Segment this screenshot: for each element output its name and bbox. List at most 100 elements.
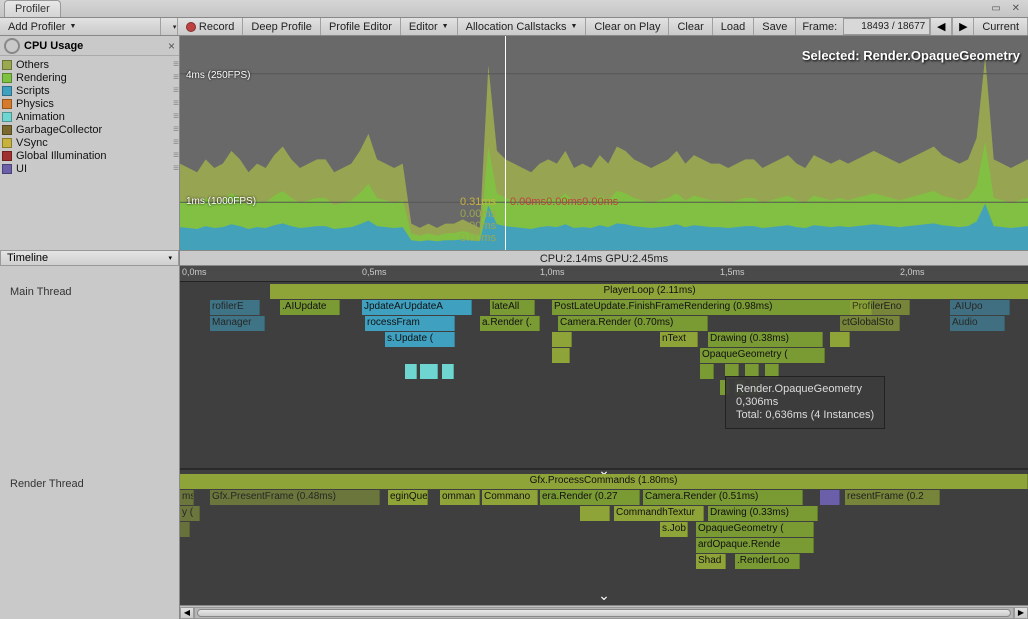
profiler-bar[interactable] bbox=[180, 522, 190, 537]
ruler-tick: 0,0ms bbox=[182, 267, 207, 277]
profiler-bar[interactable] bbox=[830, 332, 850, 347]
profiler-bar[interactable]: Gfx.ProcessCommands (1.80ms) bbox=[180, 474, 1028, 489]
category-others[interactable]: Others≡ bbox=[2, 58, 177, 71]
profiler-bar[interactable]: nText bbox=[660, 332, 698, 347]
profiler-bar[interactable]: Camera.Render (0.51ms) bbox=[643, 490, 803, 505]
profiler-bar[interactable]: PlayerLoop (2.11ms) bbox=[270, 284, 1028, 299]
profiler-bar[interactable]: rofilerE bbox=[210, 300, 260, 315]
profiler-bar[interactable]: PostLateUpdate.FinishFrameRendering (0.9… bbox=[552, 300, 872, 315]
drag-handle-icon[interactable]: ≡ bbox=[173, 72, 177, 83]
allocation-dropdown[interactable]: Allocation Callstacks▼ bbox=[458, 18, 587, 35]
current-button[interactable]: Current bbox=[974, 18, 1028, 35]
profiler-bar[interactable]: Manager bbox=[210, 316, 265, 331]
frame-summary: CPU:2.14ms GPU:2.45ms bbox=[180, 250, 1028, 266]
profiler-bar[interactable] bbox=[442, 364, 454, 379]
profiler-bar[interactable]: Camera.Render (0.70ms) bbox=[558, 316, 708, 331]
next-frame-button[interactable]: ▶ bbox=[952, 18, 974, 35]
deep-profile-button[interactable]: Deep Profile bbox=[243, 18, 321, 35]
profiler-bar[interactable]: JpdateArUpdateA bbox=[362, 300, 472, 315]
profiler-bar[interactable]: .AIUpo bbox=[950, 300, 1010, 315]
scroll-right-button[interactable]: ▶ bbox=[1014, 607, 1028, 619]
category-rendering[interactable]: Rendering≡ bbox=[2, 71, 177, 84]
prev-frame-button[interactable]: ◀ bbox=[930, 18, 952, 35]
drag-handle-icon[interactable]: ≡ bbox=[173, 111, 177, 122]
profiler-bar[interactable]: omman bbox=[440, 490, 480, 505]
profiler-bar[interactable]: CommandhTextur bbox=[614, 506, 704, 521]
add-profiler-dropdown[interactable]: Add Profiler▼ bbox=[0, 18, 161, 35]
timeline-tracks[interactable]: ⌄ ⌄ PlayerLoop (2.11ms)rofilerE.AIUpdate… bbox=[180, 282, 1028, 607]
expand-down-icon[interactable]: ⌄ bbox=[598, 587, 610, 604]
drag-handle-icon[interactable]: ≡ bbox=[173, 163, 177, 174]
horizontal-scrollbar[interactable]: ◀ ▶ bbox=[180, 605, 1028, 619]
profiler-bar[interactable]: Drawing (0.38ms) bbox=[708, 332, 823, 347]
profiler-bar[interactable]: ctGlobalSto bbox=[840, 316, 900, 331]
frame-cursor[interactable] bbox=[505, 36, 506, 250]
window-controls[interactable]: ▭ ✕ bbox=[991, 3, 1024, 14]
profiler-bar[interactable] bbox=[552, 348, 570, 363]
profiler-bar[interactable]: y ( bbox=[180, 506, 200, 521]
cpu-usage-header[interactable]: CPU Usage × bbox=[0, 36, 179, 56]
category-animation[interactable]: Animation≡ bbox=[2, 110, 177, 123]
profile-editor-button[interactable]: Profile Editor bbox=[321, 18, 401, 35]
profiler-bar[interactable]: .RenderLoo bbox=[735, 554, 800, 569]
category-ui[interactable]: UI≡ bbox=[2, 162, 177, 175]
profiler-bar[interactable]: ardOpaque.Rende bbox=[696, 538, 814, 553]
profiler-bar[interactable]: Shad bbox=[696, 554, 726, 569]
view-mode-dropdown[interactable]: Timeline▾ bbox=[0, 250, 179, 266]
profiler-bar[interactable]: s.Update ( bbox=[385, 332, 455, 347]
color-swatch bbox=[2, 125, 12, 135]
clear-on-play-button[interactable]: Clear on Play bbox=[586, 18, 669, 35]
save-button[interactable]: Save bbox=[754, 18, 796, 35]
drag-handle-icon[interactable]: ≡ bbox=[173, 124, 177, 135]
profiler-bar[interactable]: era.Render (0.27 bbox=[540, 490, 640, 505]
toolbar-dropdown[interactable]: ▾ bbox=[161, 18, 178, 35]
clear-button[interactable]: Clear bbox=[669, 18, 712, 35]
profiler-bar[interactable] bbox=[552, 332, 572, 347]
close-chart-icon[interactable]: × bbox=[168, 39, 175, 53]
profiler-bar[interactable]: resentFrame (0.2 bbox=[845, 490, 940, 505]
profiler-bar[interactable] bbox=[700, 364, 714, 379]
profiler-bar[interactable]: Audio bbox=[950, 316, 1005, 331]
cpu-chart[interactable]: 4ms (250FPS) 1ms (1000FPS) Selected: Ren… bbox=[180, 36, 1028, 250]
category-scripts[interactable]: Scripts≡ bbox=[2, 84, 177, 97]
record-button[interactable]: Record bbox=[178, 18, 243, 35]
category-physics[interactable]: Physics≡ bbox=[2, 97, 177, 110]
scroll-left-button[interactable]: ◀ bbox=[180, 607, 194, 619]
drag-handle-icon[interactable]: ≡ bbox=[173, 59, 177, 70]
cpu-usage-title: CPU Usage bbox=[24, 40, 83, 52]
profiler-bar[interactable]: Gfx.PresentFrame (0.48ms) bbox=[210, 490, 380, 505]
hover-values-right: 0.00ms0.00ms0.00ms bbox=[510, 196, 618, 209]
profiler-bar[interactable]: ProfilerEno bbox=[850, 300, 910, 315]
profiler-bar[interactable] bbox=[405, 364, 417, 379]
category-global-illumination[interactable]: Global Illumination≡ bbox=[2, 149, 177, 162]
profiler-bar[interactable] bbox=[820, 490, 840, 505]
drag-handle-icon[interactable]: ≡ bbox=[173, 137, 177, 148]
profiler-bar[interactable]: .AIUpdate bbox=[280, 300, 340, 315]
profiler-bar[interactable]: rocessFram bbox=[365, 316, 455, 331]
1ms-line-label: 1ms (1000FPS) bbox=[186, 196, 256, 207]
load-button[interactable]: Load bbox=[713, 18, 754, 35]
color-swatch bbox=[2, 60, 12, 70]
drag-handle-icon[interactable]: ≡ bbox=[173, 85, 177, 96]
profiler-bar[interactable]: eginQue bbox=[388, 490, 428, 505]
profiler-bar[interactable]: OpaqueGeometry ( bbox=[696, 522, 814, 537]
ruler-tick: 0,5ms bbox=[362, 267, 387, 277]
editor-dropdown[interactable]: Editor▼ bbox=[401, 18, 458, 35]
time-ruler[interactable]: 0,0ms0,5ms1,0ms1,5ms2,0ms bbox=[180, 266, 1028, 282]
drag-handle-icon[interactable]: ≡ bbox=[173, 98, 177, 109]
category-vsync[interactable]: VSync≡ bbox=[2, 136, 177, 149]
category-garbagecollector[interactable]: GarbageCollector≡ bbox=[2, 123, 177, 136]
profiler-tab[interactable]: Profiler bbox=[4, 0, 61, 17]
profiler-bar[interactable] bbox=[580, 506, 610, 521]
profiler-bar[interactable]: lateAll bbox=[490, 300, 535, 315]
profiler-bar[interactable]: s.Job bbox=[660, 522, 688, 537]
profiler-bar[interactable] bbox=[420, 364, 438, 379]
profiler-bar[interactable]: a.Render (. bbox=[480, 316, 540, 331]
profiler-bar[interactable]: OpaqueGeometry ( bbox=[700, 348, 825, 363]
drag-handle-icon[interactable]: ≡ bbox=[173, 150, 177, 161]
profiler-bar[interactable]: Commano bbox=[482, 490, 538, 505]
scroll-thumb[interactable] bbox=[197, 609, 1011, 617]
profiler-bar[interactable]: Drawing (0.33ms) bbox=[708, 506, 818, 521]
color-swatch bbox=[2, 86, 12, 96]
profiler-bar[interactable]: ms) bbox=[180, 490, 194, 505]
